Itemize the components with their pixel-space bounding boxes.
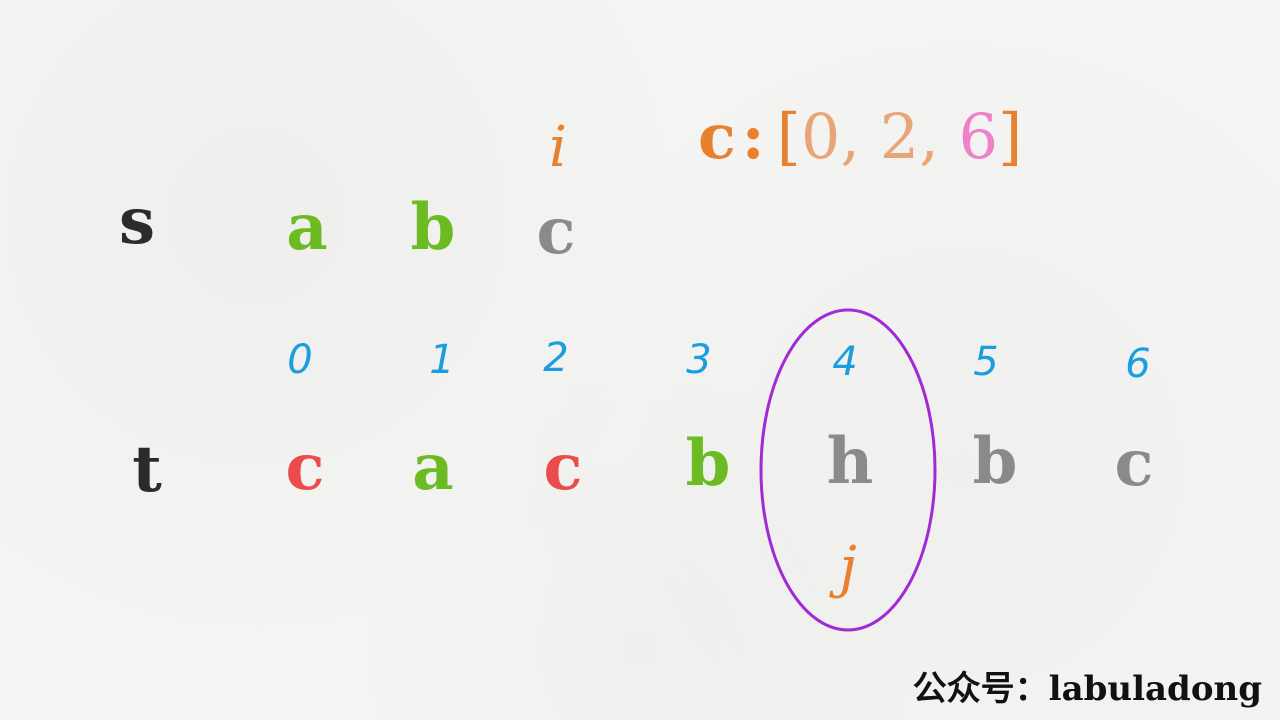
- t-char: h: [826, 424, 874, 499]
- s-char: a: [286, 190, 328, 265]
- s-char: c: [536, 194, 576, 269]
- t-char: c: [543, 430, 583, 505]
- t-index: 5: [973, 339, 999, 385]
- c-array-value: 2: [879, 100, 920, 173]
- watermark: 公众号：labuladong: [912, 669, 1262, 709]
- t-char: c: [285, 430, 325, 505]
- t-index: 4: [832, 339, 858, 385]
- t-char: b: [685, 426, 731, 501]
- c-array-value: 6: [958, 100, 999, 173]
- t-index: 2: [543, 335, 569, 381]
- c-array-separator: ,: [919, 100, 939, 173]
- t-char: b: [972, 424, 1018, 499]
- c-array-close-bracket: ]: [998, 100, 1023, 173]
- t-index: 3: [686, 337, 712, 383]
- t-char: a: [412, 430, 454, 505]
- t-index: 1: [429, 337, 455, 383]
- t-index: 6: [1125, 341, 1151, 387]
- c-array-value: 0: [800, 100, 841, 173]
- c-array-name: c: [698, 100, 736, 173]
- c-array-colon: :: [741, 100, 765, 173]
- t-index: 0: [287, 337, 313, 383]
- s-row-label: s: [118, 184, 156, 259]
- pointer-i: i: [549, 115, 567, 180]
- pointer-j: j: [839, 535, 857, 600]
- paper-background: [0, 0, 1280, 720]
- c-array-separator: ,: [840, 100, 861, 173]
- s-char: b: [410, 190, 456, 265]
- c-array: c: [0, 2, 6]: [698, 106, 1022, 168]
- c-array-open-bracket: [: [776, 100, 801, 173]
- t-row-label: t: [132, 432, 162, 507]
- t-char: c: [1114, 426, 1154, 501]
